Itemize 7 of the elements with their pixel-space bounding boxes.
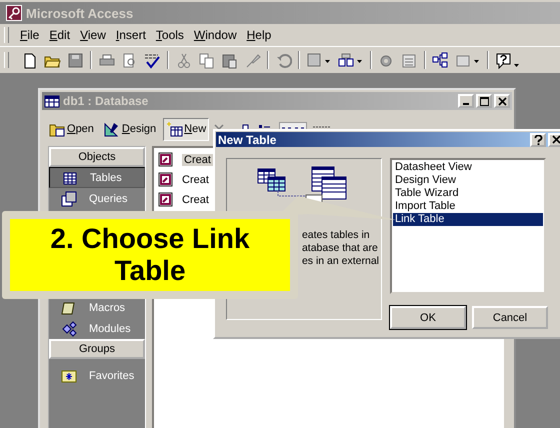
description-text: atabase that are xyxy=(302,242,379,255)
callout-text: 2. Choose Link Table xyxy=(10,219,290,291)
description-text: es in an external xyxy=(302,255,379,268)
description-text: eates tables in xyxy=(302,229,371,242)
dialog-title: New Table xyxy=(218,132,278,146)
app-title: Microsoft Access xyxy=(26,6,134,20)
window-title: db1 : Database xyxy=(63,94,150,108)
